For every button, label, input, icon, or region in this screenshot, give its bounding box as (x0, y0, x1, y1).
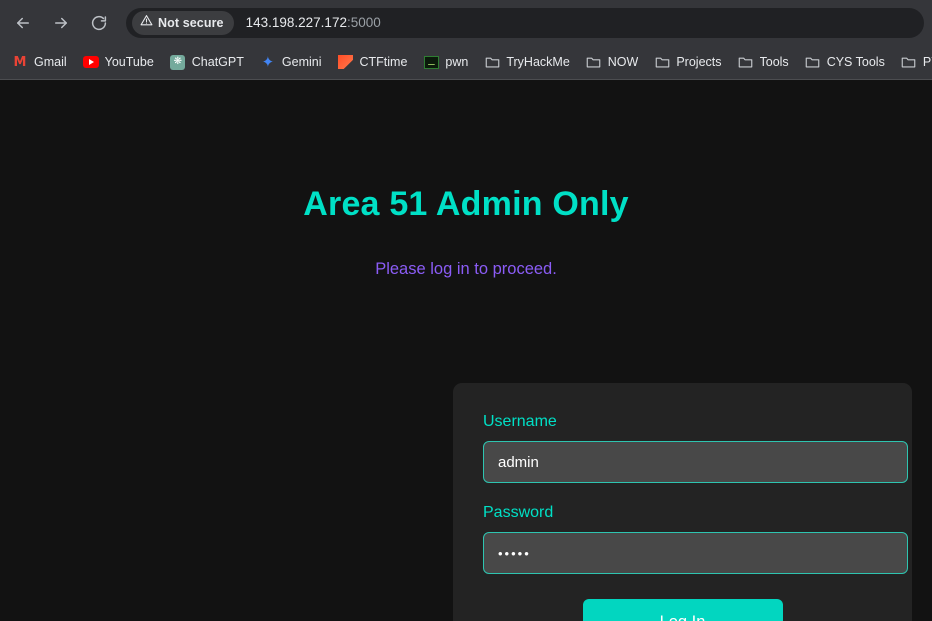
address-bar[interactable]: Not secure 143.198.227.172:5000 (126, 7, 924, 38)
gmail-icon: M (13, 54, 27, 70)
bookmark-folder-tools[interactable]: Tools (730, 50, 797, 74)
url-host: 143.198.227.172 (245, 15, 347, 30)
page-content: Area 51 Admin Only Please log in to proc… (0, 80, 932, 621)
folder-icon (901, 54, 917, 70)
bookmarks-bar: M Gmail YouTube ❋ ChatGPT ✦ Gemini CTFti… (0, 45, 932, 80)
security-status-label: Not secure (158, 15, 224, 30)
folder-icon (805, 54, 821, 70)
page-title: Area 51 Admin Only (303, 185, 629, 223)
bookmark-label: Gmail (34, 55, 67, 69)
bookmark-folder-projects[interactable]: Projects (646, 50, 729, 74)
username-field-group: Username (483, 413, 908, 483)
bookmark-gmail[interactable]: M Gmail (4, 50, 75, 74)
bookmark-chatgpt[interactable]: ❋ ChatGPT (162, 50, 252, 74)
browser-chrome: Not secure 143.198.227.172:5000 M Gmail … (0, 0, 932, 80)
password-field-group: Password (483, 504, 908, 574)
reload-icon (90, 14, 108, 32)
url-port: :5000 (346, 15, 381, 30)
youtube-icon (82, 54, 99, 70)
bookmark-folder-tryhackme[interactable]: TryHackMe (476, 50, 577, 74)
bookmark-label: CYS Tools (826, 55, 885, 69)
username-input[interactable] (483, 441, 908, 483)
browser-toolbar: Not secure 143.198.227.172:5000 (0, 0, 932, 45)
folder-icon (484, 54, 500, 70)
username-label: Username (483, 413, 557, 430)
bookmark-label: NOW (607, 55, 639, 69)
folder-icon (738, 54, 754, 70)
reload-button[interactable] (84, 8, 114, 38)
ctftime-icon (337, 54, 353, 70)
bookmark-youtube[interactable]: YouTube (75, 50, 162, 74)
bookmark-folder-now[interactable]: NOW (578, 50, 647, 74)
page-subtitle: Please log in to proceed. (375, 260, 557, 278)
gemini-icon: ✦ (261, 53, 275, 71)
bookmark-folder-py[interactable]: PY (893, 50, 932, 74)
security-status-badge[interactable]: Not secure (132, 10, 234, 35)
bookmark-label: YouTube (104, 55, 154, 69)
back-button[interactable] (8, 8, 38, 38)
bookmark-label: Tools (759, 55, 789, 69)
bookmark-folder-cys-tools[interactable]: CYS Tools (797, 50, 893, 74)
folder-icon (654, 54, 670, 70)
password-label: Password (483, 504, 554, 521)
chatgpt-icon: ❋ (170, 54, 186, 70)
warning-triangle-icon (140, 14, 153, 32)
bookmark-label: CTFtime (359, 55, 408, 69)
forward-button[interactable] (46, 8, 76, 38)
bookmark-pwn[interactable]: ⚊ pwn (415, 50, 476, 74)
url-text: 143.198.227.172:5000 (246, 15, 381, 30)
bookmark-label: pwn (445, 55, 469, 69)
bookmark-label: Projects (676, 55, 722, 69)
folder-icon (586, 54, 602, 70)
login-card: Username Password Log In (453, 383, 912, 621)
bookmark-label: PY (922, 55, 932, 69)
bookmark-ctftime[interactable]: CTFtime (329, 50, 415, 74)
pwn-icon: ⚊ (423, 54, 439, 70)
bookmark-label: ChatGPT (191, 55, 244, 69)
bookmark-label: Gemini (281, 55, 322, 69)
arrow-right-icon (52, 14, 70, 32)
arrow-left-icon (14, 14, 32, 32)
bookmark-gemini[interactable]: ✦ Gemini (252, 50, 330, 74)
bookmark-label: TryHackMe (506, 55, 570, 69)
login-button[interactable]: Log In (582, 599, 783, 621)
password-input[interactable] (483, 532, 908, 574)
